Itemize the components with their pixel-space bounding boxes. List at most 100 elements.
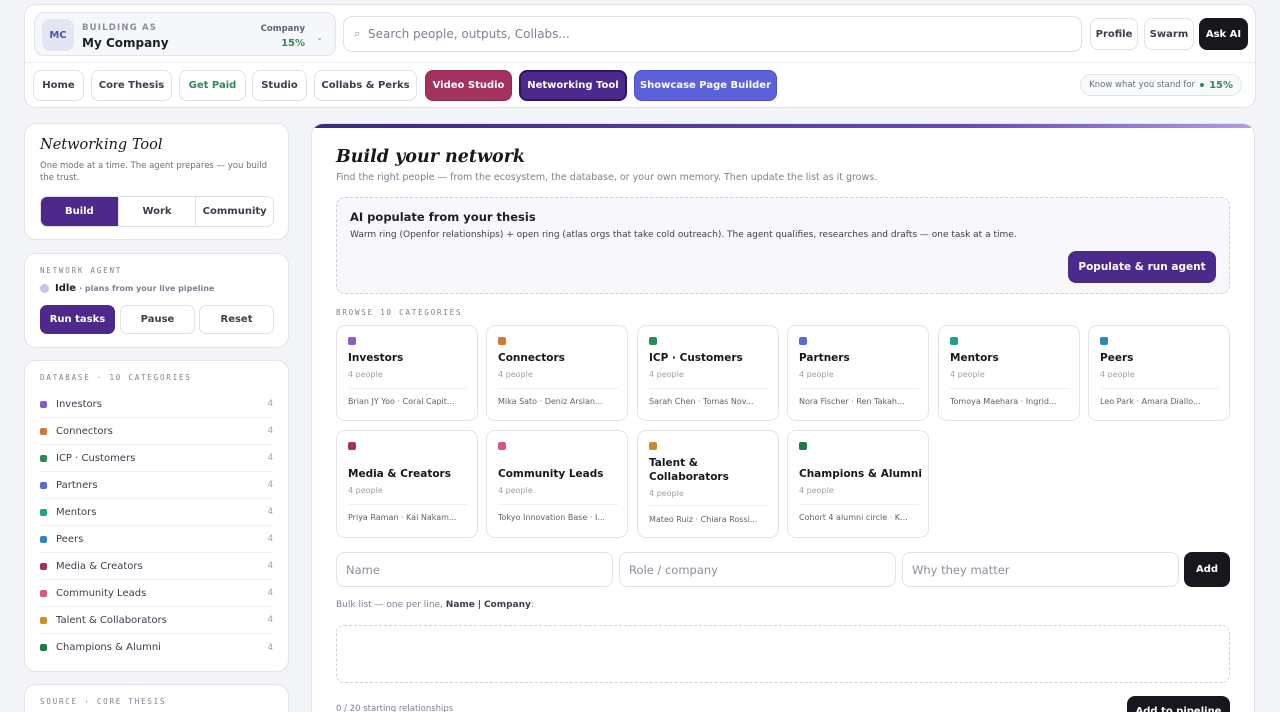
- mode-build-button[interactable]: Build: [41, 197, 118, 226]
- database-heading: DATABASE · 10 CATEGORIES: [40, 373, 192, 382]
- name-input[interactable]: [337, 553, 612, 586]
- category-color-swatch: [40, 562, 47, 570]
- name-field-wrap: [336, 552, 613, 587]
- category-count: 4 people: [649, 489, 684, 498]
- database-item[interactable]: Talent & Collaborators 4: [40, 607, 273, 634]
- profile-button[interactable]: Profile: [1090, 18, 1138, 50]
- nav-networking-tool[interactable]: Networking Tool: [519, 70, 627, 101]
- database-item-label: Talent & Collaborators: [56, 614, 167, 626]
- bulk-field-name: Name: [445, 600, 475, 610]
- category-color-swatch: [348, 337, 356, 345]
- browse-heading: BROWSE 10 CATEGORIES: [336, 308, 463, 317]
- database-item[interactable]: Partners 4: [40, 472, 273, 499]
- category-card[interactable]: Partners 4 people Nora Fischer · Ren Takah…: [787, 325, 929, 421]
- database-item-label: Connectors: [56, 425, 113, 437]
- add-button[interactable]: Add: [1184, 552, 1230, 587]
- category-card[interactable]: ICP · Customers 4 people Sarah Chen · Toma…: [637, 325, 779, 421]
- nav-home[interactable]: Home: [33, 70, 84, 101]
- page-title: Build your network: [336, 147, 526, 167]
- category-count: 4 people: [799, 370, 834, 379]
- category-card[interactable]: Connectors 4 people Mika Sato · Deniz Arsl…: [486, 325, 628, 421]
- nav-showcase-page-builder[interactable]: Showcase Page Builder: [634, 70, 777, 101]
- ai-populate-box: AI populate from your thesis Warm ring (…: [336, 197, 1230, 294]
- category-card[interactable]: Mentors 4 people Tomoya Maehara · Ingrid..…: [938, 325, 1080, 421]
- category-card[interactable]: Investors 4 people Brian JY Yoo · Coral Ca…: [336, 325, 478, 421]
- category-card[interactable]: Champions & Alumni 4 people Cohort 4 alumn…: [787, 430, 929, 538]
- ask-ai-button[interactable]: Ask AI: [1199, 18, 1248, 50]
- category-card[interactable]: Talent & Collaborators 4 people Mateo Ruiz…: [637, 430, 779, 538]
- category-divider: [950, 388, 1070, 389]
- bulk-separator: |: [477, 600, 482, 610]
- database-item[interactable]: ICP · Customers 4: [40, 445, 273, 472]
- role-company-input[interactable]: [620, 553, 895, 586]
- category-name: Peers: [1100, 352, 1134, 364]
- search-input[interactable]: [368, 17, 1068, 51]
- category-divider: [348, 504, 468, 505]
- category-color-swatch: [348, 442, 356, 450]
- nav-collabs-perks[interactable]: Collabs & Perks: [314, 70, 417, 101]
- nav-studio[interactable]: Studio: [252, 70, 307, 101]
- database-item[interactable]: Mentors 4: [40, 499, 273, 526]
- category-divider: [649, 505, 769, 506]
- building-as-label: BUILDING AS: [82, 23, 158, 33]
- category-people: Cohort 4 alumni circle · K...: [799, 513, 908, 522]
- search-icon: ⌕: [354, 27, 361, 40]
- database-item-label: Peers: [56, 533, 84, 545]
- stand-for-progress[interactable]: Know what you stand for 15%: [1080, 74, 1242, 96]
- search-bar[interactable]: ⌕: [343, 16, 1082, 52]
- bulk-list-textarea[interactable]: [337, 626, 1229, 682]
- why-field-wrap: [902, 552, 1179, 587]
- category-divider: [1100, 388, 1220, 389]
- database-item[interactable]: Investors 4: [40, 391, 273, 418]
- category-name: Media & Creators: [348, 468, 451, 480]
- mode-work-button[interactable]: Work: [117, 197, 196, 226]
- database-item-label: Investors: [56, 398, 102, 410]
- nav-video-studio[interactable]: Video Studio: [425, 70, 512, 101]
- nav-get-paid[interactable]: Get Paid: [179, 70, 246, 101]
- agent-heading: NETWORK AGENT: [40, 266, 123, 275]
- database-item[interactable]: Community Leads 4: [40, 580, 273, 607]
- chevron-down-icon[interactable]: ⌄: [316, 33, 323, 42]
- business-switcher[interactable]: MC BUILDING AS My Company Company 15% ⌄: [34, 12, 336, 56]
- stand-for-label: Know what you stand for: [1089, 80, 1196, 90]
- mode-community-button[interactable]: Community: [195, 197, 273, 226]
- category-people: Sarah Chen · Tomas Nov...: [649, 397, 754, 406]
- nav-core-thesis[interactable]: Core Thesis: [91, 70, 172, 101]
- category-count: 4 people: [348, 370, 383, 379]
- swarm-button[interactable]: Swarm: [1144, 18, 1194, 50]
- category-color-swatch: [1100, 337, 1108, 345]
- status-dot: [40, 284, 49, 293]
- category-count: 4 people: [1100, 370, 1135, 379]
- database-item[interactable]: Media & Creators 4: [40, 553, 273, 580]
- category-color-swatch: [649, 442, 657, 450]
- category-card[interactable]: Community Leads 4 people Tokyo Innovation …: [486, 430, 628, 538]
- category-color-swatch: [799, 442, 807, 450]
- category-color-swatch: [799, 337, 807, 345]
- bulk-prefix: Bulk list — one per line,: [336, 600, 443, 610]
- add-to-pipeline-button[interactable]: Add to pipeline: [1127, 696, 1230, 712]
- company-name: My Company: [82, 36, 169, 50]
- database-item[interactable]: Peers 4: [40, 526, 273, 553]
- populate-run-agent-button[interactable]: Populate & run agent: [1068, 251, 1216, 283]
- database-item-count: 4: [267, 399, 273, 409]
- relationships-count: 0 / 20 starting relationships: [336, 704, 454, 712]
- status-dot: [1200, 83, 1205, 87]
- category-color-swatch: [40, 644, 47, 651]
- pause-button[interactable]: Pause: [120, 305, 195, 334]
- bulk-list-textarea-wrap: [336, 625, 1230, 683]
- category-card[interactable]: Media & Creators 4 people Priya Raman · Ka…: [336, 430, 478, 538]
- company-progress-label: Company: [260, 24, 305, 34]
- database-item[interactable]: Champions & Alumni 4: [40, 634, 273, 661]
- category-color-swatch: [40, 589, 47, 597]
- why-they-matter-input[interactable]: [903, 553, 1178, 586]
- run-tasks-button[interactable]: Run tasks: [40, 305, 115, 334]
- category-card[interactable]: Peers 4 people Leo Park · Amara Diallo...: [1088, 325, 1230, 421]
- database-item-count: 4: [267, 588, 273, 598]
- mode-switcher: Build Work Community: [40, 196, 274, 227]
- database-item[interactable]: Connectors 4: [40, 418, 273, 445]
- category-count: 4 people: [649, 370, 684, 379]
- category-color-swatch: [40, 427, 47, 435]
- reset-button[interactable]: Reset: [199, 305, 274, 334]
- category-people: Tokyo Innovation Base · I...: [498, 513, 605, 522]
- build-network-panel: Build your network Find the right people…: [311, 123, 1255, 712]
